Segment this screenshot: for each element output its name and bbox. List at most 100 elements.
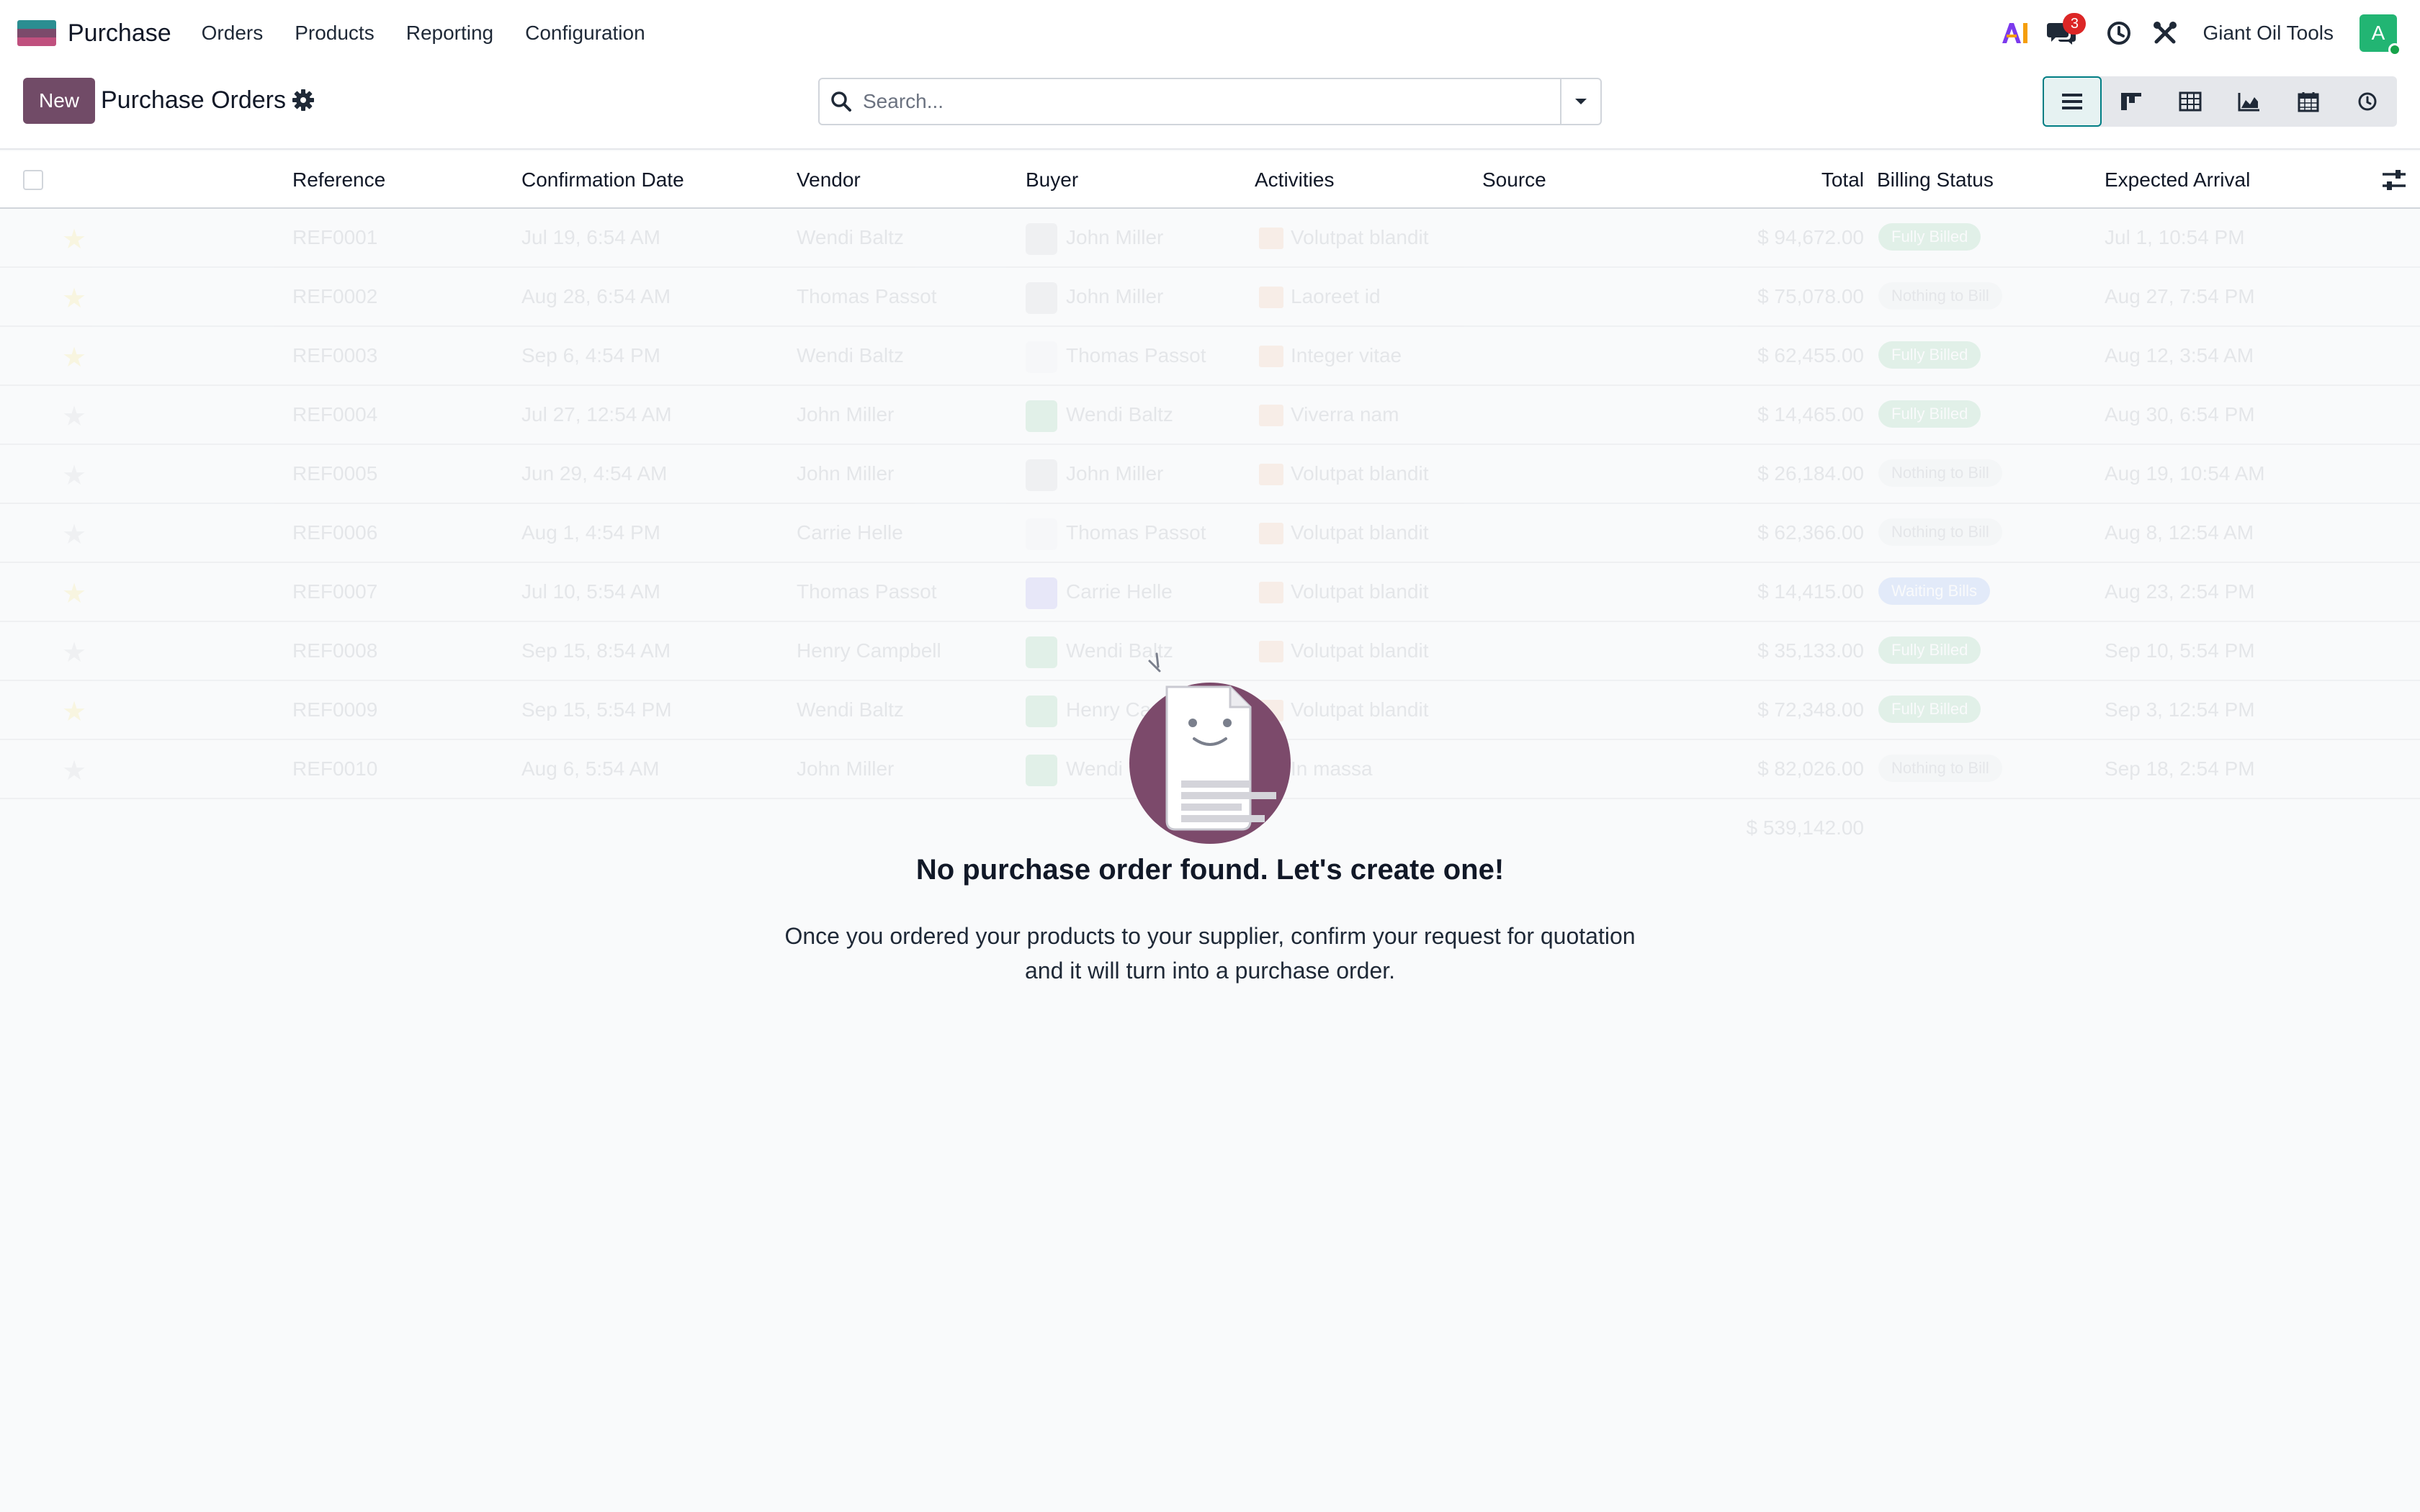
billing-status-badge: Nothing to Bill xyxy=(1878,518,2002,546)
column-activities[interactable]: Activities xyxy=(1255,168,1334,192)
new-button[interactable]: New xyxy=(23,78,95,124)
billing-status-badge: Waiting Bills xyxy=(1878,577,1990,605)
activity-type-icon xyxy=(1259,228,1283,249)
column-vendor[interactable]: Vendor xyxy=(797,168,861,192)
select-all-checkbox[interactable] xyxy=(23,170,43,190)
purchase-app-icon[interactable] xyxy=(17,20,56,46)
page-title: Purchase Orders xyxy=(101,86,286,114)
table-row: ★ REF0003 Sep 6, 4:54 PM Wendi Baltz Thomas … xyxy=(0,327,2420,386)
cell-expected-arrival: Jul 1, 10:54 PM xyxy=(2105,226,2245,248)
cell-expected-arrival: Aug 8, 12:54 AM xyxy=(2105,521,2254,544)
favorite-star-icon: ★ xyxy=(62,697,87,727)
cell-vendor: Wendi Baltz xyxy=(797,698,904,721)
column-source[interactable]: Source xyxy=(1482,168,1546,192)
calendar-view-button[interactable] xyxy=(2279,76,2338,127)
cell-buyer: Wendi Baltz xyxy=(1066,403,1173,426)
cell-expected-arrival: Sep 3, 12:54 PM xyxy=(2105,698,2255,721)
billing-status-badge: Nothing to Bill xyxy=(1878,755,2002,782)
cell-activity: Volutpat blandit xyxy=(1291,226,1429,248)
column-expected-arrival[interactable]: Expected Arrival xyxy=(2105,168,2250,192)
cell-total: $ 62,366.00 xyxy=(1757,521,1864,544)
messages-icon[interactable]: 3 xyxy=(2045,13,2087,49)
favorite-star-icon: ★ xyxy=(62,461,87,491)
column-total[interactable]: Total xyxy=(1821,168,1864,192)
column-reference[interactable]: Reference xyxy=(292,168,385,192)
optional-columns-icon[interactable] xyxy=(2380,166,2408,194)
activity-type-icon xyxy=(1259,346,1283,367)
cell-buyer: John Miller xyxy=(1066,285,1164,307)
cell-total: $ 62,455.00 xyxy=(1757,344,1864,366)
tools-icon[interactable] xyxy=(2149,17,2181,49)
table-row: ★ REF0006 Aug 1, 4:54 PM Carrie Helle Thomas… xyxy=(0,504,2420,563)
list-header: Reference Confirmation Date Vendor Buyer… xyxy=(0,151,2420,209)
gear-icon[interactable] xyxy=(291,88,315,112)
cell-buyer: John Miller xyxy=(1066,462,1164,485)
cell-total: $ 35,133.00 xyxy=(1757,639,1864,662)
company-switcher[interactable]: Giant Oil Tools xyxy=(2202,22,2334,45)
cell-total: $ 14,465.00 xyxy=(1757,403,1864,426)
column-confirmation-date[interactable]: Confirmation Date xyxy=(521,168,684,192)
activity-clock-icon[interactable] xyxy=(2103,17,2135,49)
cell-confirmation-date: Aug 1, 4:54 PM xyxy=(521,521,661,544)
table-row: ★ REF0007 Jul 10, 5:54 AM Thomas Passot Carr… xyxy=(0,563,2420,622)
menu-products[interactable]: Products xyxy=(295,22,375,45)
favorite-star-icon: ★ xyxy=(62,756,87,786)
cell-confirmation-date: Jul 10, 5:54 AM xyxy=(521,580,661,603)
billing-status-badge: Nothing to Bill xyxy=(1878,459,2002,487)
sum-total: $ 539,142.00 xyxy=(1746,816,1865,839)
menu-configuration[interactable]: Configuration xyxy=(525,22,645,45)
cell-vendor: John Miller xyxy=(797,757,895,780)
cell-reference: REF0006 xyxy=(292,521,378,544)
favorite-star-icon: ★ xyxy=(62,225,87,255)
cell-activity: Viverra nam xyxy=(1291,403,1399,426)
kanban-view-button[interactable] xyxy=(2102,76,2161,127)
navbar-systray: 3 Giant Oil Tools A xyxy=(1985,13,2403,56)
graph-view-button[interactable] xyxy=(2220,76,2279,127)
search-input[interactable] xyxy=(863,79,1560,124)
empty-state-title: No purchase order found. Let's create on… xyxy=(915,854,1505,886)
cell-total: $ 14,415.00 xyxy=(1757,580,1864,603)
cell-activity: Volutpat blandit xyxy=(1291,462,1429,485)
buyer-avatar xyxy=(1026,755,1057,786)
favorite-star-icon: ★ xyxy=(62,402,87,432)
cell-reference: REF0004 xyxy=(292,403,378,426)
caret-down-icon xyxy=(1575,99,1587,104)
ai-icon[interactable] xyxy=(1999,17,2031,49)
cell-total: $ 26,184.00 xyxy=(1757,462,1864,485)
top-navbar: Purchase Orders Products Reporting Confi… xyxy=(0,0,2420,66)
favorite-star-icon: ★ xyxy=(62,638,87,668)
list-icon xyxy=(2062,94,2082,109)
pivot-view-button[interactable] xyxy=(2161,76,2220,127)
empty-state-help-text: Once you ordered your products to your s… xyxy=(784,923,1636,984)
menu-orders[interactable]: Orders xyxy=(202,22,264,45)
avatar-initial: A xyxy=(2371,22,2385,44)
kanban-icon xyxy=(2121,93,2141,110)
app-name[interactable]: Purchase xyxy=(68,19,171,48)
billing-status-badge: Fully Billed xyxy=(1878,223,1981,251)
search-bar xyxy=(818,78,1602,125)
area-chart-icon xyxy=(2238,93,2259,112)
menu-reporting[interactable]: Reporting xyxy=(406,22,493,45)
cell-confirmation-date: Jun 29, 4:54 AM xyxy=(521,462,668,485)
cell-confirmation-date: Jul 27, 12:54 AM xyxy=(521,403,672,426)
column-billing-status[interactable]: Billing Status xyxy=(1877,168,1994,192)
user-avatar[interactable]: A xyxy=(2360,14,2401,56)
column-buyer[interactable]: Buyer xyxy=(1026,168,1078,192)
messages-badge: 3 xyxy=(2063,13,2087,35)
buyer-avatar xyxy=(1026,518,1057,550)
activity-view-button[interactable] xyxy=(2338,76,2397,127)
list-view-button[interactable] xyxy=(2043,76,2102,127)
cell-vendor: Wendi Baltz xyxy=(797,226,904,248)
buyer-avatar xyxy=(1026,282,1057,314)
cell-vendor: John Miller xyxy=(797,462,895,485)
cell-vendor: Carrie Helle xyxy=(797,521,903,544)
billing-status-badge: Nothing to Bill xyxy=(1878,282,2002,310)
cell-activity: Volutpat blandit xyxy=(1291,521,1429,544)
activity-type-icon xyxy=(1259,523,1283,544)
cell-expected-arrival: Aug 19, 10:54 AM xyxy=(2105,462,2265,485)
cell-expected-arrival: Sep 10, 5:54 PM xyxy=(2105,639,2255,662)
search-options-toggle[interactable] xyxy=(1560,79,1600,124)
buyer-avatar xyxy=(1026,696,1057,727)
table-row: ★ REF0002 Aug 28, 6:54 AM Thomas Passot John… xyxy=(0,268,2420,327)
cell-buyer: Carrie Helle xyxy=(1066,580,1173,603)
